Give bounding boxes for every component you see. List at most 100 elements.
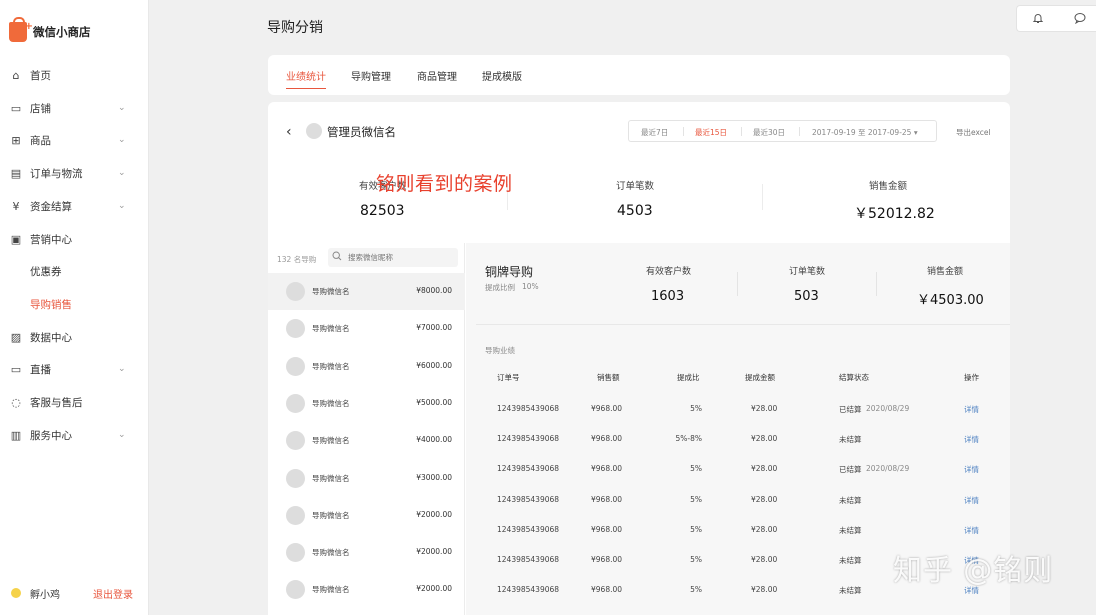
commission-amount: ¥28.00 [751, 585, 778, 595]
guide-summary: 铜牌导购 提成比例 10% 有效客户数 1603 订单笔数 503 销售金额 ￥… [466, 243, 1010, 323]
guide-list-item[interactable]: 导购微信名 ¥6000.00 [268, 348, 465, 385]
sales-amount: ¥968.00 [591, 524, 623, 534]
sidebar-item[interactable]: ⊞ 商品 ⌄ [0, 130, 149, 150]
commission-amount: ¥28.00 [751, 555, 778, 564]
tab-product-management[interactable]: 商品管理 [417, 68, 457, 83]
guide-list-item[interactable]: 导购微信名 ¥2000.00 [268, 497, 465, 534]
divider [876, 272, 877, 296]
back-arrow-icon[interactable]: ‹ [286, 124, 292, 140]
sidebar-item[interactable]: ▥ 服务中心 ⌄ [0, 425, 149, 445]
tab-commission-template[interactable]: 提成模版 [482, 68, 522, 83]
chart-icon: ▨ [10, 330, 22, 344]
shop-bag-logo-icon [9, 17, 33, 42]
top-corner-toolbar [1016, 5, 1096, 32]
settlement-status: 已结算 [839, 465, 862, 475]
order-number: 1243985439068 [497, 494, 560, 504]
sidebar-item[interactable]: ◌ 客服与售后 [0, 392, 149, 412]
column-header-commission: 提成金额 [745, 373, 775, 382]
table-row: 1243985439068 ¥968.00 5% ¥28.00 已结算 2020/08/2… [466, 464, 1010, 494]
sidebar-item[interactable]: ▣ 营销中心 [0, 229, 149, 249]
details-link[interactable]: 详情 [964, 404, 979, 415]
guide-list-item[interactable]: 导购微信名 ¥3000.00 [268, 460, 465, 497]
sidebar-item[interactable]: 导购销售 [0, 294, 149, 314]
details-link[interactable]: 详情 [964, 434, 979, 445]
details-link[interactable]: 详情 [964, 525, 979, 536]
sidebar-item-label: 直播 [30, 363, 51, 376]
export-excel-link[interactable]: 导出excel [956, 127, 991, 138]
sidebar-item[interactable]: ¥ 资金结算 ⌄ [0, 196, 149, 216]
sidebar-item[interactable]: ▨ 数据中心 [0, 327, 149, 347]
date-range-picker[interactable]: 2017-09-19 至 2017-09-25 ▾ [812, 127, 918, 138]
guide-list-item[interactable]: 导购微信名 ¥4000.00 [268, 422, 465, 459]
sales-amount: ¥968.00 [591, 404, 623, 413]
bell-icon[interactable] [1031, 12, 1045, 26]
sidebar-item[interactable]: ⌂ 首页 [0, 65, 149, 85]
guide-list-item[interactable]: 导购微信名 ¥7000.00 [268, 310, 465, 347]
order-icon: ▤ [10, 166, 22, 180]
guide-name: 导购微信名 [312, 473, 350, 483]
guide-avatar [286, 468, 305, 488]
sidebar-item[interactable]: ▭ 直播 ⌄ [0, 359, 149, 379]
settlement-status: 未结算 [839, 525, 862, 535]
guide-name: 导购微信名 [312, 436, 350, 446]
chevron-down-icon[interactable]: ⌄ [118, 430, 126, 440]
chevron-down-icon[interactable]: ⌄ [118, 168, 126, 178]
divider [741, 127, 742, 136]
commission-ratio: 5%-8% [675, 434, 702, 444]
detail-label-orders: 订单笔数 [789, 267, 826, 277]
sidebar-item-label: 服务中心 [30, 429, 72, 442]
message-icon[interactable] [1073, 12, 1087, 26]
guide-amount: ¥5000.00 [416, 397, 452, 407]
performance-title: 导购业绩 [485, 346, 515, 355]
guide-list-item[interactable]: 导购微信名 ¥8000.00 [268, 273, 465, 310]
table-row: 1243985439068 ¥968.00 5% ¥28.00 未结算 详情 [466, 585, 1010, 615]
guide-avatar [286, 393, 305, 413]
user-row: 孵小鸡 退出登录 [0, 585, 149, 601]
home-icon: ⌂ [12, 68, 20, 82]
yuan-icon: ¥ [12, 199, 20, 213]
divider [799, 127, 800, 136]
user-avatar[interactable] [11, 588, 21, 598]
guide-count: 132 名导购 [277, 255, 317, 264]
date-option-30d[interactable]: 最近30日 [753, 127, 785, 138]
order-number: 1243985439068 [497, 585, 560, 595]
guide-amount: ¥6000.00 [416, 360, 452, 370]
sidebar-item[interactable]: ▤ 订单与物流 ⌄ [0, 163, 149, 183]
commission-amount: ¥28.00 [751, 464, 778, 474]
sidebar-item-label: 资金结算 [30, 200, 72, 213]
grid-icon: ⊞ [11, 133, 21, 147]
sales-amount: ¥968.00 [591, 434, 623, 444]
guide-list-item[interactable]: 导购微信名 ¥2000.00 [268, 571, 465, 608]
sidebar: 微信小商店 ⌂ 首页 ▭ 店铺 ⌄ ⊞ 商品 ⌄ ▤ 订单与物流 ⌄ ¥ 资金结算 ⌄ ▣ 营销中心优惠券导购… [0, 0, 149, 615]
sidebar-item[interactable]: ▭ 店铺 ⌄ [0, 98, 149, 118]
guide-list-item[interactable]: 导购微信名 ¥5000.00 [268, 385, 465, 422]
brand[interactable]: 微信小商店 [9, 17, 91, 42]
logout-link[interactable]: 退出登录 [93, 586, 133, 601]
zhihu-watermark: 知乎 @铭则 [893, 553, 1054, 587]
search-box[interactable] [328, 248, 458, 267]
date-option-15d[interactable]: 最近15日 [695, 127, 727, 138]
detail-value-customers: 1603 [651, 289, 685, 304]
headset-icon: ◌ [11, 395, 21, 409]
guide-name: 导购微信名 [312, 585, 350, 595]
sales-amount: ¥968.00 [591, 585, 623, 595]
tab-performance[interactable]: 业绩统计 [286, 68, 326, 89]
chevron-down-icon[interactable]: ⌄ [118, 364, 126, 374]
sidebar-item[interactable]: 优惠券 [0, 261, 149, 281]
sales-amount: ¥968.00 [591, 494, 623, 504]
chevron-down-icon[interactable]: ⌄ [118, 201, 126, 211]
details-link[interactable]: 详情 [964, 464, 979, 475]
search-input[interactable] [348, 251, 454, 264]
settlement-date: 2020/08/29 [866, 404, 910, 413]
guide-list-item[interactable]: 导购微信名 ¥2000.00 [268, 534, 465, 571]
tab-guide-management[interactable]: 导购管理 [351, 68, 391, 83]
date-option-7d[interactable]: 最近7日 [641, 127, 668, 138]
chevron-down-icon[interactable]: ⌄ [118, 135, 126, 145]
guide-avatar [286, 356, 305, 376]
chevron-down-icon[interactable]: ⌄ [118, 103, 126, 113]
details-link[interactable]: 详情 [964, 495, 979, 506]
commission-ratio: 5% [690, 524, 702, 534]
guide-tier-name: 铜牌导购 [485, 265, 534, 279]
guide-avatar [286, 431, 305, 451]
summary-value-sales: ￥52012.82 [854, 206, 935, 222]
